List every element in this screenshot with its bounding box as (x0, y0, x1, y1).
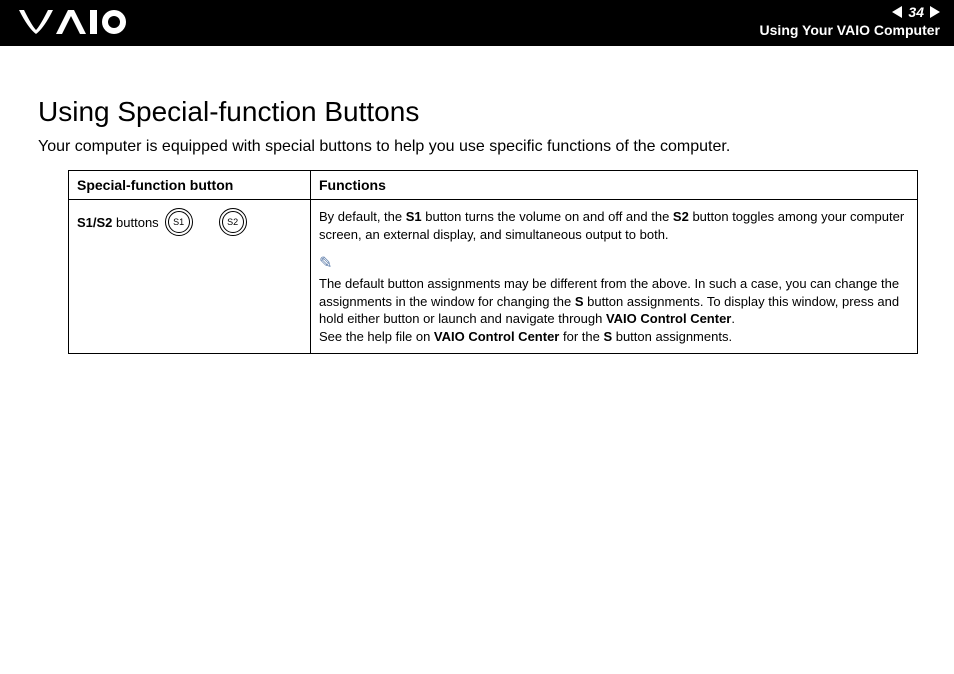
vaio-logo (18, 6, 128, 43)
page-header: 34 Using Your VAIO Computer (0, 0, 954, 46)
note-icon: ✎ (319, 253, 909, 273)
col-header-button: Special-function button (69, 171, 311, 200)
s1-button-icon: S1 (165, 208, 193, 236)
intro-text: Your computer is equipped with special b… (38, 138, 916, 156)
prev-page-icon[interactable] (892, 6, 902, 18)
s2-button-icon: S2 (219, 208, 247, 236)
col-header-functions: Functions (311, 171, 918, 200)
button-name-cell: S1/S2 buttons S1 S2 (77, 208, 302, 236)
page-title: Using Special-function Buttons (38, 96, 916, 128)
page-number: 34 (908, 4, 924, 20)
function-note-1: The default button assignments may be di… (319, 275, 909, 328)
page-nav: 34 (760, 4, 940, 20)
function-description: By default, the S1 button turns the volu… (319, 208, 909, 243)
next-page-icon[interactable] (930, 6, 940, 18)
page-content: Using Special-function Buttons Your comp… (0, 46, 954, 354)
button-label: S1/S2 buttons (77, 215, 159, 230)
section-title: Using Your VAIO Computer (760, 22, 940, 38)
function-note-2: See the help file on VAIO Control Center… (319, 328, 909, 346)
table-row: S1/S2 buttons S1 S2 By default, the S1 b… (69, 200, 918, 354)
function-table: Special-function button Functions S1/S2 … (68, 170, 918, 354)
